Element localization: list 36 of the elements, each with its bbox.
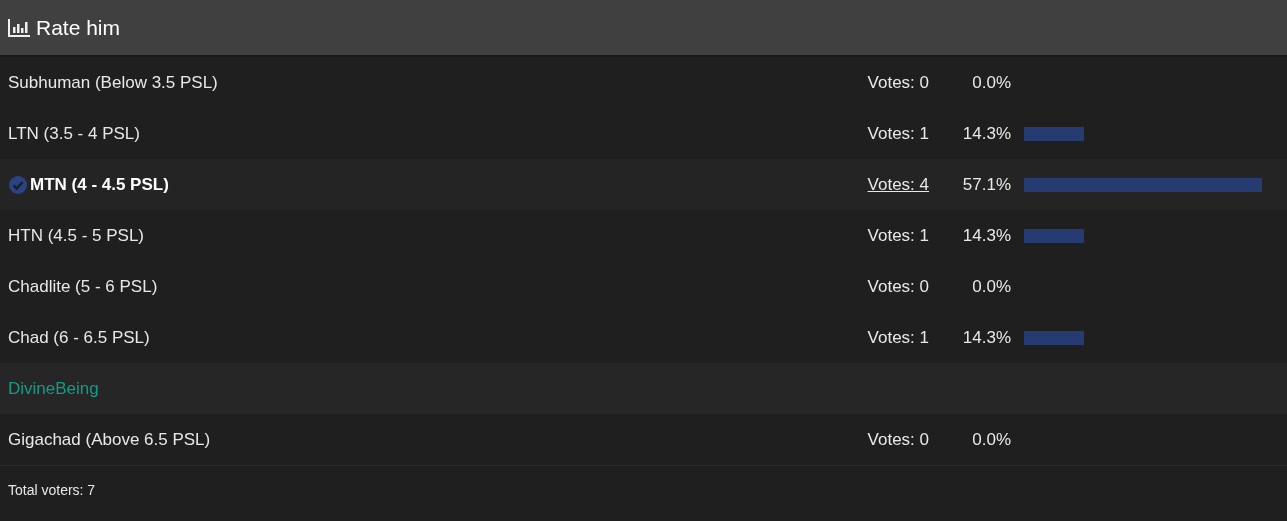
poll-option[interactable]: LTN (3.5 - 4 PSL) Votes: 1 14.3% (0, 108, 1287, 159)
vote-bar (1024, 330, 1084, 345)
vote-count: Votes: 1 (866, 122, 929, 145)
vote-percent: 0.0% (971, 275, 1011, 298)
poll-option[interactable]: Chadlite (5 - 6 PSL) Votes: 0 0.0% (0, 261, 1287, 312)
poll-title: Rate him (36, 14, 121, 41)
option-label: Chad (6 - 6.5 PSL) (8, 326, 150, 349)
option-label: Subhuman (Below 3.5 PSL) (8, 71, 218, 94)
option-label: Chadlite (5 - 6 PSL) (8, 275, 158, 298)
vote-count: Votes: 0 (866, 275, 929, 298)
vote-percent: 0.0% (971, 428, 1011, 451)
poll-option[interactable]: Chad (6 - 6.5 PSL) Votes: 1 14.3% (0, 312, 1287, 363)
vote-percent: 14.3% (961, 326, 1011, 349)
vote-count: Votes: 1 (866, 326, 929, 349)
option-label: MTN (4 - 4.5 PSL) (30, 173, 169, 196)
vote-percent: 0.0% (971, 71, 1011, 94)
bar-chart-icon (8, 18, 30, 37)
option-label: HTN (4.5 - 5 PSL) (8, 224, 145, 247)
vote-percent: 14.3% (961, 122, 1011, 145)
option-label: LTN (3.5 - 4 PSL) (8, 122, 140, 145)
vote-bar (1024, 228, 1084, 243)
vote-count: Votes: 0 (866, 428, 929, 451)
vote-count: Votes: 1 (866, 224, 929, 247)
poll-option[interactable]: Gigachad (Above 6.5 PSL) Votes: 0 0.0% (0, 414, 1287, 465)
option-label: Gigachad (Above 6.5 PSL) (8, 428, 211, 451)
vote-count[interactable]: Votes: 4 (849, 171, 929, 198)
poll-option[interactable]: Subhuman (Below 3.5 PSL) Votes: 0 0.0% (0, 57, 1287, 108)
total-voters: Total voters: 7 (8, 481, 96, 500)
vote-bar (1024, 126, 1084, 141)
check-circle-icon (8, 174, 28, 195)
vote-percent: 57.1% (961, 173, 1011, 196)
vote-count: Votes: 0 (866, 71, 929, 94)
vote-percent: 14.3% (961, 224, 1011, 247)
poll-option[interactable]: HTN (4.5 - 5 PSL) Votes: 1 14.3% (0, 210, 1287, 261)
voter-link[interactable]: DivineBeing (8, 375, 99, 402)
poll-option[interactable]: MTN (4 - 4.5 PSL) Votes: 4 57.1% (0, 159, 1287, 210)
